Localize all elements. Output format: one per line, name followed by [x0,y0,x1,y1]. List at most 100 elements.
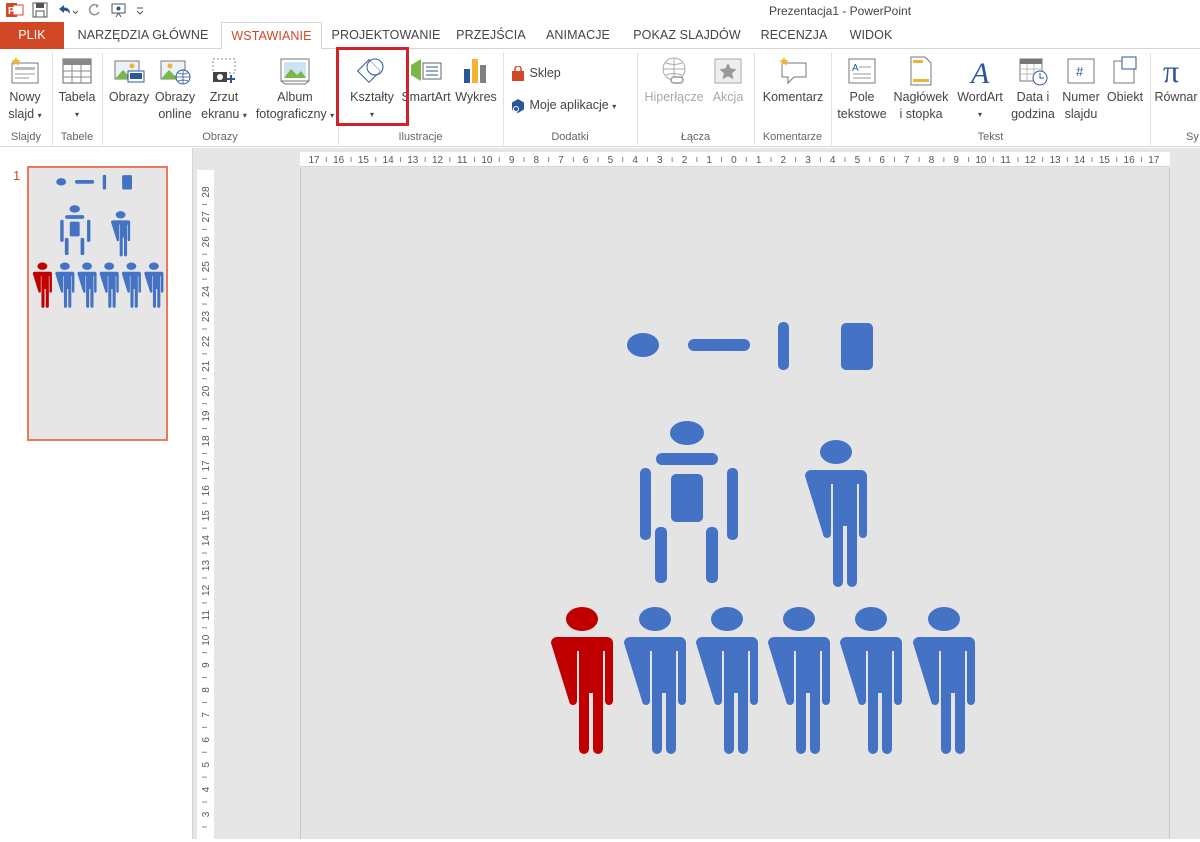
vertical-ruler: 28 27 26 25 24 23 22 21 20 19 18 17 16 15 14 13 12 11 10 9 8… [197,170,214,839]
ruler-tick-label: 2 [682,155,688,166]
ruler-tick-label: 9 [201,662,212,668]
tab-slideshow[interactable]: POKAZ SLAJDÓW [624,22,750,49]
ruler-tick-label: 17 [1148,155,1160,166]
equation-label: Równar [1154,90,1198,104]
person-blue-1[interactable] [624,607,686,754]
title-bar: P Prezentacja1 - PowerPoint [0,0,1200,22]
new-slide-icon [11,57,39,84]
group-separator [1150,53,1151,145]
table-button[interactable]: Tabela ▾ [55,55,99,123]
ruler-tick-label: 7 [904,155,910,166]
thumbnail-figures [32,174,164,308]
ruler-tick-label: 11 [1000,155,1011,166]
equation-button[interactable]: π Równar [1152,55,1200,106]
date-time-label-2: godzina [1011,107,1055,121]
object-icon [1113,56,1137,84]
ruler-tick-label: 27 [201,211,212,223]
table-icon [62,58,92,84]
ruler-tick-label: 14 [201,535,212,547]
ruler-tick-label: 12 [201,584,212,596]
store-button[interactable]: Sklep [510,65,580,82]
horizontal-ruler-scale: 17 16 15 14 13 12 11 10 9 8 7 6 5 4 3 2 1 0 1 2 3 4 5 6 7 8 9 10 11 1… [308,155,1160,166]
dropdown-arrow-icon: ▾ [612,102,617,111]
group-label-symbols: Sy [1186,131,1199,143]
action-icon [714,58,742,84]
ruler-tick-label: 8 [929,155,935,166]
header-footer-icon [910,56,932,86]
object-button[interactable]: Obiekt [1102,55,1148,106]
person-red[interactable] [551,607,613,754]
date-time-button[interactable]: Data i godzina [1008,55,1058,123]
hyperlink-button[interactable]: Hiperłącze [640,55,708,106]
ruler-tick-label: 16 [333,155,345,166]
online-pictures-icon [160,60,191,85]
slide-number-button[interactable]: # Numer slajdu [1058,55,1104,123]
ruler-tick-label: 15 [1099,155,1111,166]
ruler-tick-label: 7 [558,155,564,166]
photo-album-label-2: fotograficzny [255,107,327,121]
tab-insert[interactable]: WSTAWIANIE [221,22,322,50]
date-time-label-1: Data i [1016,90,1050,104]
header-footer-button[interactable]: Nagłówek i stopka [890,55,952,123]
my-apps-button[interactable]: Moje aplikacje ▾ [510,97,632,115]
pi-icon: π [1163,55,1179,87]
ruler-tick-label: 1 [756,155,762,166]
comment-label: Komentarz [762,90,824,104]
person-standing[interactable] [805,440,867,587]
tab-home[interactable]: NARZĘDZIA GŁÓWNE [66,22,220,49]
tab-file[interactable]: PLIK [0,22,64,49]
tab-view[interactable]: WIDOK [838,22,904,49]
ruler-tick-label: 16 [1124,155,1136,166]
slide-canvas[interactable] [0,0,1170,839]
comment-button[interactable]: Komentarz [758,55,828,106]
ruler-tick-label: 9 [953,155,959,166]
group-label-illustrations: Ilustracje [398,131,443,143]
ribbon-tabs: PLIK NARZĘDZIA GŁÓWNE WSTAWIANIE PROJEKT… [0,22,1200,50]
new-slide-button[interactable]: Nowy slajd ▾ [2,55,48,124]
tab-animations[interactable]: ANIMACJE [536,22,620,49]
dropdown-arrow-icon: ▾ [242,111,247,120]
dropdown-arrow-icon: ▾ [74,110,79,119]
window-title-text: Prezentacja1 - PowerPoint [768,4,912,18]
svg-text:A: A [969,57,990,87]
person-blue-3[interactable] [768,607,830,754]
person-blue-2[interactable] [696,607,758,754]
ruler-tick-label: 3 [657,155,663,166]
header-footer-label-1: Nagłówek [893,90,949,104]
person-blue-4[interactable] [840,607,902,754]
tab-review[interactable]: RECENZJA [754,22,834,49]
action-label: Akcja [712,90,744,104]
ruler-tick-label: 6 [583,155,589,166]
person-blue-5[interactable] [913,607,975,754]
ruler-tick-label: 14 [383,155,395,166]
pictures-button[interactable]: Obrazy [106,55,152,106]
tab-transitions[interactable]: PRZEJŚCIA [450,22,532,49]
ruler-tick-label: 12 [1025,155,1037,166]
slide-number-label-1: Numer [1062,90,1100,104]
text-box-button[interactable]: A Pole tekstowe [834,55,890,123]
ruler-tick-label: 10 [975,155,987,166]
chart-button[interactable]: Wykres [452,55,500,106]
ruler-tick-label: 16 [201,485,212,497]
tab-design[interactable]: PROJEKTOWANIE [326,22,446,49]
ruler-tick-label: 1 [706,155,712,166]
ribbon: Nowy slajd ▾ Tabela ▾ Obrazy Obrazy onli… [0,49,1200,147]
wordart-button[interactable]: A WordArt ▾ [952,55,1008,123]
screenshot-button[interactable]: Zrzut ekranu ▾ [199,55,249,124]
my-apps-label: Moje aplikacje [529,98,609,112]
online-pictures-button[interactable]: Obrazy online [152,55,198,123]
text-box-icon: A [848,58,876,84]
ruler-tick-label: 4 [830,155,836,166]
ruler-tick-label: 6 [201,737,212,743]
ruler-tick-label: 20 [201,385,212,397]
group-label-addins: Dodatki [551,131,589,143]
group-label-comments: Komentarze [762,131,823,143]
action-button[interactable]: Akcja [708,55,748,106]
ruler-tick-label: 9 [509,155,515,166]
photo-album-button[interactable]: Album fotograficzny ▾ [250,55,340,124]
online-pictures-label-2: online [158,107,192,121]
my-apps-icon [512,98,524,113]
slide-thumbnail-number: 1 [13,168,21,183]
ruler-tick-label: 10 [201,634,212,646]
ruler-tick-label: 13 [407,155,419,166]
